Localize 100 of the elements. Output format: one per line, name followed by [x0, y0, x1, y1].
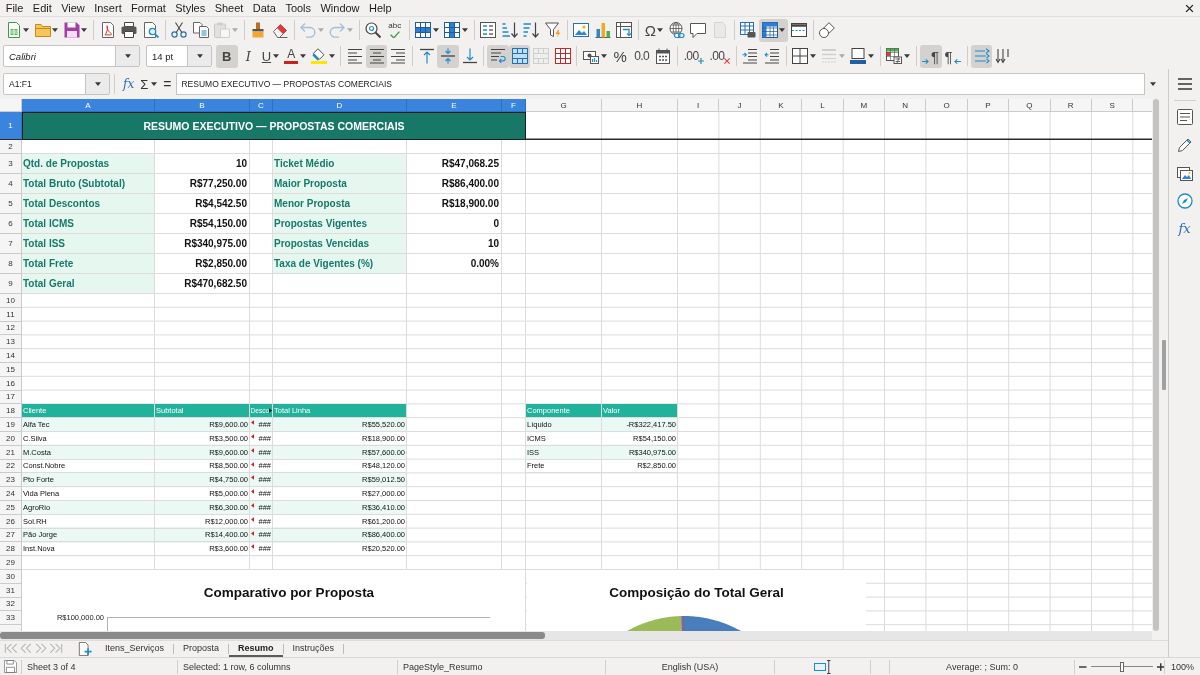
- bold-button[interactable]: B: [216, 44, 238, 68]
- special-character-button[interactable]: Ω: [642, 18, 667, 42]
- column-header[interactable]: J: [719, 99, 761, 112]
- row-header[interactable]: 14: [0, 349, 22, 363]
- row-header[interactable]: 7: [0, 234, 22, 254]
- caret-icon[interactable]: [461, 28, 468, 32]
- functions-button[interactable]: fx: [1172, 217, 1197, 240]
- caret-icon[interactable]: [903, 54, 910, 58]
- column-header[interactable]: M: [843, 99, 885, 112]
- caret-icon[interactable]: [657, 28, 664, 32]
- menu-item[interactable]: Window: [315, 0, 365, 16]
- caret-icon[interactable]: [779, 28, 786, 32]
- zoom-level[interactable]: 100%: [1171, 661, 1194, 672]
- caret-icon[interactable]: [23, 28, 30, 32]
- font-size-field[interactable]: 14 pt: [146, 45, 212, 67]
- formula-input-field[interactable]: RESUMO EXECUTIVO — PROPOSTAS COMERCIAIS: [176, 73, 1145, 95]
- page-plus-icon[interactable]: [78, 641, 92, 656]
- sum-button[interactable]: Σ: [137, 74, 161, 94]
- colored-grid-icon[interactable]: [886, 48, 903, 64]
- row-header[interactable]: 13: [0, 335, 22, 350]
- font-color-button[interactable]: A: [281, 44, 309, 68]
- italic-button[interactable]: I: [237, 44, 259, 68]
- font-name-field[interactable]: Calibri: [3, 45, 140, 67]
- menu-item[interactable]: Tools: [280, 0, 316, 16]
- spelling-button[interactable]: abc: [384, 18, 406, 42]
- banknote-icon[interactable]: [583, 48, 600, 64]
- column-header[interactable]: L: [802, 99, 844, 112]
- menu-item[interactable]: Help: [364, 0, 397, 16]
- column-header[interactable]: D: [273, 99, 407, 112]
- column-header[interactable]: O: [926, 99, 968, 112]
- splitter-handle[interactable]: [1162, 340, 1166, 390]
- caret-icon[interactable]: [124, 54, 131, 58]
- caret-icon[interactable]: [600, 54, 607, 58]
- number-format-button[interactable]: 0.0: [630, 44, 653, 68]
- caret-icon[interactable]: [196, 54, 203, 58]
- row-header[interactable]: 10: [0, 294, 22, 308]
- minus-icon[interactable]: [1079, 665, 1087, 668]
- slider-thumb[interactable]: [1119, 661, 1124, 672]
- row-header[interactable]: 8: [0, 254, 22, 274]
- caret-icon[interactable]: [94, 82, 101, 86]
- caret-icon[interactable]: [151, 82, 158, 86]
- close-icon[interactable]: [1185, 3, 1194, 13]
- border-grid-icon[interactable]: [792, 48, 809, 64]
- row-header[interactable]: 1: [0, 112, 22, 140]
- menu-item[interactable]: Sheet: [209, 0, 249, 16]
- sheet-tab[interactable]: Itens_Serviços: [96, 640, 174, 657]
- column-header[interactable]: C: [250, 99, 273, 112]
- horizontal-scrollbar[interactable]: [0, 631, 1152, 640]
- selection-mode-icon[interactable]: [814, 659, 831, 674]
- column-header[interactable]: G: [526, 99, 602, 112]
- menu-item[interactable]: File: [1, 0, 29, 16]
- row-header[interactable]: 4: [0, 174, 22, 194]
- column-header[interactable]: B: [155, 99, 250, 112]
- freeze-grid-icon[interactable]: [761, 22, 778, 38]
- column-header[interactable]: I: [678, 99, 720, 112]
- column-header[interactable]: Q: [1009, 99, 1051, 112]
- caret-icon[interactable]: [1150, 82, 1156, 86]
- sheet-tab[interactable]: Proposta: [174, 640, 229, 657]
- row-header[interactable]: 24: [0, 487, 22, 501]
- freeze-button[interactable]: [759, 18, 789, 42]
- function-wizard-button[interactable]: fx: [120, 74, 138, 94]
- add-decimal-button[interactable]: .00: [680, 44, 707, 68]
- highlighter-icon[interactable]: [311, 48, 328, 64]
- sheet-tab[interactable]: Resumo: [229, 640, 283, 657]
- column-header[interactable]: H: [602, 99, 678, 112]
- row-header[interactable]: 2: [0, 140, 22, 154]
- vertical-scrollbar[interactable]: [1153, 99, 1159, 631]
- caret-icon[interactable]: [81, 28, 88, 32]
- border-color-icon[interactable]: [850, 48, 867, 64]
- delete-decimal-button[interactable]: .00: [706, 44, 733, 68]
- column-header[interactable]: R: [1050, 99, 1092, 112]
- scrollbar-thumb[interactable]: [0, 632, 545, 639]
- sheet-tab[interactable]: Instruções: [283, 640, 344, 657]
- language[interactable]: English (USA): [661, 661, 719, 672]
- column-header[interactable]: N: [884, 99, 927, 112]
- x-mark-icon[interactable]: [723, 57, 730, 64]
- plus-icon[interactable]: [1156, 662, 1164, 671]
- caret-icon[interactable]: [809, 54, 816, 58]
- row-header[interactable]: 23: [0, 473, 22, 488]
- row-header[interactable]: 29: [0, 556, 22, 570]
- row-header[interactable]: 33: [0, 611, 22, 626]
- caret-icon[interactable]: [52, 28, 59, 32]
- row-header[interactable]: 9: [0, 274, 22, 294]
- menu-item[interactable]: Insert: [89, 0, 127, 16]
- right-to-left-button[interactable]: ¶: [941, 44, 964, 68]
- menu-item[interactable]: Edit: [28, 0, 57, 16]
- row-header[interactable]: 19: [0, 418, 22, 432]
- table-row-icon[interactable]: [415, 22, 432, 38]
- underline-button[interactable]: U: [259, 44, 282, 68]
- caret-icon[interactable]: [328, 54, 335, 58]
- column-header[interactable]: S: [1091, 99, 1134, 112]
- column-header[interactable]: F: [502, 99, 526, 112]
- row-header[interactable]: 28: [0, 542, 22, 557]
- table-column-icon[interactable]: [444, 22, 461, 38]
- percent-button[interactable]: %: [609, 44, 631, 68]
- row-header[interactable]: 5: [0, 194, 22, 214]
- row-header[interactable]: 3: [0, 154, 22, 174]
- menu-item[interactable]: View: [56, 0, 90, 16]
- check-icon[interactable]: [389, 30, 400, 39]
- menu-item[interactable]: Format: [126, 0, 171, 16]
